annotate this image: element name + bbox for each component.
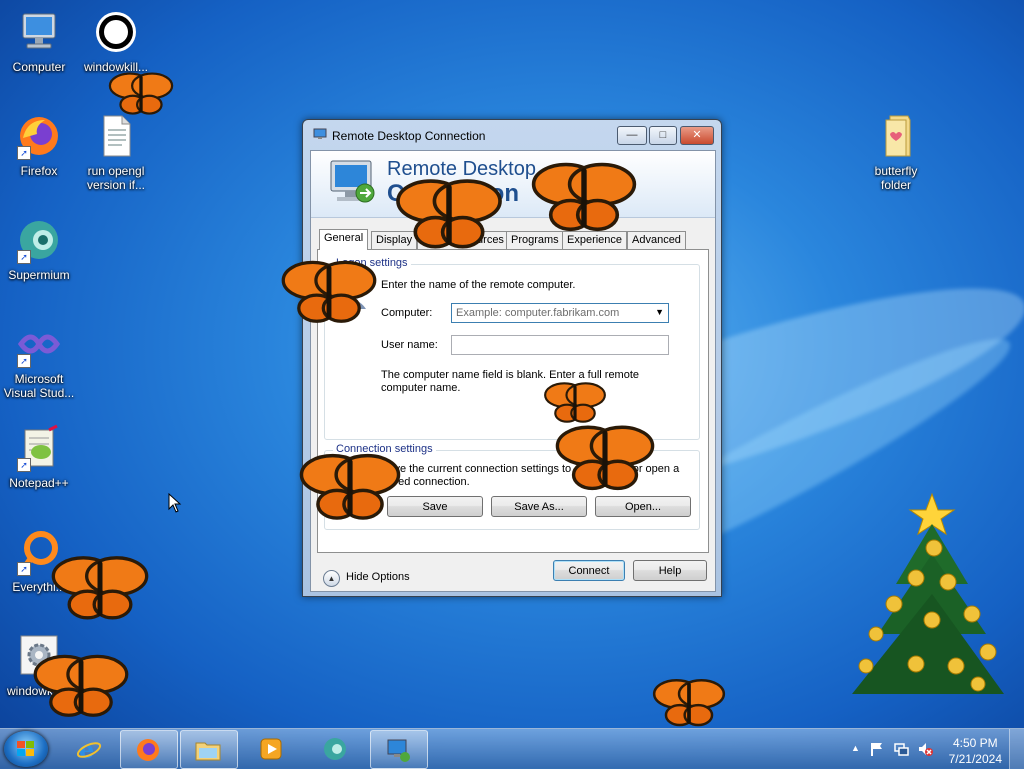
username-input[interactable]: [451, 335, 669, 355]
connect-button[interactable]: Connect: [553, 560, 625, 581]
butterfly-decoration: [299, 453, 401, 520]
butterfly-decoration: [531, 162, 637, 232]
action-center-flag-icon[interactable]: [869, 741, 885, 757]
computer-combobox[interactable]: Example: computer.fabrikam.com ▼: [451, 303, 669, 323]
username-label: User name:: [381, 339, 438, 351]
taskbar-item-internet-explorer[interactable]: e: [62, 730, 118, 767]
chevron-up-icon: ▲: [323, 570, 340, 587]
shortcut-arrow-icon: ➚: [17, 250, 31, 264]
desktop-icon-label: Notepad++: [9, 476, 69, 490]
shortcut-arrow-icon: ➚: [17, 354, 31, 368]
remote-desktop-icon: [387, 739, 410, 762]
folder-icon: [195, 742, 221, 761]
computer-icon: [15, 8, 63, 56]
shortcut-arrow-icon: ➚: [17, 562, 31, 576]
chevron-down-icon[interactable]: ▼: [655, 307, 664, 317]
desktop: { "desktop": { "icons": [ {"label": "Com…: [0, 0, 1024, 769]
taskbar-item-supermium[interactable]: [308, 730, 364, 767]
minimize-button[interactable]: —: [617, 126, 647, 145]
desktop-icon-run-opengl[interactable]: run opengl version if...: [78, 112, 154, 192]
supermium-icon: [324, 738, 346, 760]
clock[interactable]: 4:50 PM 7/21/2024: [949, 735, 1002, 767]
hide-options-label: Hide Options: [346, 571, 410, 583]
desktop-icon-label: Supermium: [8, 268, 70, 282]
volume-muted-icon[interactable]: [917, 741, 933, 757]
butterfly-decoration: [652, 678, 726, 727]
desktop-icon-visual-studio[interactable]: ➚ Microsoft Visual Stud...: [1, 320, 77, 400]
butterfly-decoration: [281, 260, 377, 323]
desktop-icon-supermium[interactable]: ➚ Supermium: [1, 216, 77, 282]
clock-time: 4:50 PM: [952, 736, 998, 750]
firefox-icon: ➚: [15, 112, 63, 160]
taskbar-item-media-player[interactable]: [244, 730, 300, 767]
shortcut-arrow-icon: ➚: [17, 146, 31, 160]
close-button[interactable]: ✕: [680, 126, 714, 145]
desktop-icon-label: run opengl version if...: [86, 164, 146, 192]
taskbar-item-firefox[interactable]: [120, 730, 178, 769]
butterfly-decoration: [555, 425, 655, 491]
desktop-icon-label: Firefox: [20, 164, 58, 178]
maximize-button[interactable]: □: [649, 126, 677, 145]
desktop-icon-firefox[interactable]: ➚ Firefox: [1, 112, 77, 178]
desktop-icon-label: Microsoft Visual Stud...: [3, 372, 75, 400]
logon-instruction-text: Enter the name of the remote computer.: [381, 279, 576, 291]
desktop-icon-butterfly-folder[interactable]: butterfly folder: [858, 112, 934, 192]
clock-date: 7/21/2024: [948, 752, 1002, 766]
help-button[interactable]: Help: [633, 560, 707, 581]
network-icon[interactable]: [893, 741, 909, 757]
internet-explorer-icon: e: [76, 736, 102, 762]
computer-blank-notice: The computer name field is blank. Enter …: [381, 369, 640, 394]
desktop-icon-notepadpp[interactable]: ➚ Notepad++: [1, 424, 77, 490]
remote-desktop-small-icon: [313, 128, 327, 139]
butterfly-decoration: [33, 654, 129, 717]
start-button[interactable]: [4, 731, 48, 767]
butterfly-decoration: [396, 179, 502, 249]
firefox-icon: [137, 739, 159, 761]
rdc-banner: Remote Desktop Connection: [311, 151, 715, 218]
windowkill-icon: [92, 8, 140, 56]
mouse-cursor-icon: [168, 493, 182, 513]
desktop-icon-computer[interactable]: Computer: [1, 8, 77, 74]
tab-general[interactable]: General: [319, 229, 369, 250]
text-file-icon: [92, 112, 140, 160]
remote-desktop-logo-icon: [330, 160, 375, 203]
desktop-icon-label: butterfly folder: [874, 164, 918, 192]
window-title: Remote Desktop Connection: [332, 129, 486, 143]
notepadpp-icon: ➚: [15, 424, 63, 472]
supermium-icon: ➚: [15, 216, 63, 264]
shortcut-arrow-icon: ➚: [17, 458, 31, 472]
desktop-icon-label: Computer: [12, 60, 66, 74]
taskbar-item-remote-desktop[interactable]: [370, 730, 428, 769]
title-bar[interactable]: Remote Desktop Connection — □ ✕: [303, 120, 721, 150]
desktop-icon-windowkill[interactable]: windowkill...: [78, 8, 154, 74]
visual-studio-icon: ➚: [15, 320, 63, 368]
computer-placeholder: Example: computer.fabrikam.com: [456, 307, 620, 319]
show-desktop-button[interactable]: [1009, 729, 1024, 769]
computer-label: Computer:: [381, 307, 433, 319]
windows-logo-icon: [17, 741, 34, 756]
butterfly-decoration: [51, 556, 149, 620]
folder-icon: [872, 112, 920, 160]
butterfly-decoration: [108, 72, 174, 115]
media-player-icon: [260, 738, 282, 760]
system-tray: ▲ 4:50 PM 7/21/2024: [839, 729, 1024, 769]
show-hidden-icons-chevron[interactable]: ▲: [851, 743, 860, 753]
taskbar-item-explorer[interactable]: [180, 730, 238, 769]
christmas-tree-decoration: [852, 492, 1004, 694]
taskbar: e ▲ 4:50 PM 7/21/2024: [0, 728, 1024, 769]
